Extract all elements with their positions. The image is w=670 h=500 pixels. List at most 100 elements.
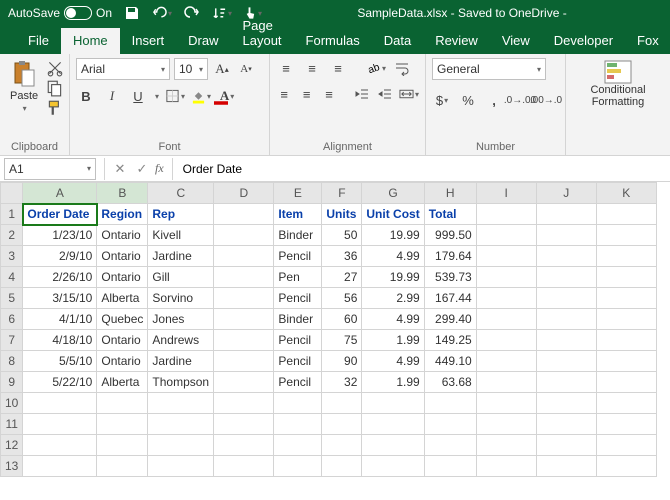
cell[interactable]: 2.99: [362, 288, 424, 309]
cell[interactable]: [596, 414, 656, 435]
align-bottom-icon[interactable]: ≡: [328, 58, 348, 78]
cell[interactable]: 60: [322, 309, 362, 330]
cell[interactable]: Pen: [274, 267, 322, 288]
name-box[interactable]: A1▾: [4, 158, 96, 180]
cell[interactable]: [214, 456, 274, 477]
cell[interactable]: [97, 435, 148, 456]
save-icon[interactable]: [122, 3, 142, 23]
cell[interactable]: [596, 330, 656, 351]
col-header[interactable]: J: [536, 183, 596, 204]
cell[interactable]: [476, 351, 536, 372]
cell[interactable]: [476, 288, 536, 309]
decrease-indent-icon[interactable]: [354, 84, 370, 104]
tab-developer[interactable]: Developer: [542, 28, 625, 54]
cell[interactable]: Pencil: [274, 351, 322, 372]
cell[interactable]: 1/23/10: [23, 225, 97, 246]
cell[interactable]: [148, 456, 214, 477]
row-header[interactable]: 7: [1, 330, 23, 351]
cell[interactable]: [476, 372, 536, 393]
cell[interactable]: [214, 246, 274, 267]
row-header[interactable]: 4: [1, 267, 23, 288]
row-header[interactable]: 8: [1, 351, 23, 372]
cell[interactable]: 999.50: [424, 225, 476, 246]
col-header[interactable]: H: [424, 183, 476, 204]
tab-draw[interactable]: Draw: [176, 28, 230, 54]
increase-indent-icon[interactable]: [377, 84, 393, 104]
cell[interactable]: Pencil: [274, 330, 322, 351]
cell[interactable]: Binder: [274, 225, 322, 246]
orientation-icon[interactable]: ab▾: [366, 58, 386, 78]
cell[interactable]: Binder: [274, 309, 322, 330]
tab-file[interactable]: File: [16, 28, 61, 54]
cell[interactable]: [214, 372, 274, 393]
cell[interactable]: [214, 225, 274, 246]
cell[interactable]: [536, 351, 596, 372]
cell[interactable]: [23, 456, 97, 477]
cell[interactable]: Quebec: [97, 309, 148, 330]
cell[interactable]: 4/18/10: [23, 330, 97, 351]
cell[interactable]: [596, 435, 656, 456]
cell[interactable]: [596, 204, 656, 225]
cell[interactable]: [214, 414, 274, 435]
cell[interactable]: 5/5/10: [23, 351, 97, 372]
accept-formula-icon[interactable]: ✓: [131, 161, 153, 177]
cell[interactable]: [322, 393, 362, 414]
cell[interactable]: 1.99: [362, 330, 424, 351]
cell[interactable]: [274, 435, 322, 456]
cell[interactable]: 90: [322, 351, 362, 372]
cell[interactable]: Kivell: [148, 225, 214, 246]
cell[interactable]: Jones: [148, 309, 214, 330]
cell[interactable]: [476, 330, 536, 351]
cancel-formula-icon[interactable]: ✕: [109, 161, 131, 177]
row-header[interactable]: 2: [1, 225, 23, 246]
cell[interactable]: Sorvino: [148, 288, 214, 309]
cell[interactable]: Total: [424, 204, 476, 225]
align-center-icon[interactable]: ≡: [298, 84, 314, 104]
tab-insert[interactable]: Insert: [120, 28, 177, 54]
cell[interactable]: [322, 414, 362, 435]
tab-review[interactable]: Review: [423, 28, 490, 54]
cell[interactable]: [274, 393, 322, 414]
cell[interactable]: 539.73: [424, 267, 476, 288]
cell[interactable]: Ontario: [97, 330, 148, 351]
shrink-font-icon[interactable]: A▾: [236, 59, 256, 79]
cell[interactable]: 179.64: [424, 246, 476, 267]
cell[interactable]: [536, 309, 596, 330]
cell[interactable]: 50: [322, 225, 362, 246]
cell[interactable]: Pencil: [274, 288, 322, 309]
cell[interactable]: [536, 225, 596, 246]
font-size-combo[interactable]: 10▾: [174, 58, 208, 80]
italic-button[interactable]: I: [102, 86, 122, 106]
cell[interactable]: Ontario: [97, 351, 148, 372]
row-header[interactable]: 11: [1, 414, 23, 435]
cell[interactable]: [214, 393, 274, 414]
merge-center-icon[interactable]: ▾: [399, 84, 419, 104]
cell[interactable]: [322, 456, 362, 477]
cell[interactable]: [424, 456, 476, 477]
cell[interactable]: Alberta: [97, 372, 148, 393]
cell[interactable]: [424, 414, 476, 435]
cell[interactable]: [596, 456, 656, 477]
tab-data[interactable]: Data: [372, 28, 423, 54]
cell[interactable]: [97, 456, 148, 477]
cell[interactable]: Order Date: [23, 204, 97, 225]
cell[interactable]: Unit Cost: [362, 204, 424, 225]
cell[interactable]: [148, 393, 214, 414]
cell[interactable]: 2/26/10: [23, 267, 97, 288]
cell[interactable]: Region: [97, 204, 148, 225]
increase-decimal-icon[interactable]: .0→.00: [510, 90, 530, 110]
cell[interactable]: 32: [322, 372, 362, 393]
row-header[interactable]: 6: [1, 309, 23, 330]
borders-icon[interactable]: ▾: [165, 86, 185, 106]
align-top-icon[interactable]: ≡: [276, 58, 296, 78]
cell[interactable]: [596, 351, 656, 372]
cell[interactable]: 3/15/10: [23, 288, 97, 309]
cell[interactable]: 75: [322, 330, 362, 351]
cell[interactable]: Jardine: [148, 351, 214, 372]
cell[interactable]: Thompson: [148, 372, 214, 393]
cell[interactable]: 167.44: [424, 288, 476, 309]
cell[interactable]: Item: [274, 204, 322, 225]
cell[interactable]: [214, 288, 274, 309]
cell[interactable]: [536, 414, 596, 435]
cell[interactable]: 27: [322, 267, 362, 288]
